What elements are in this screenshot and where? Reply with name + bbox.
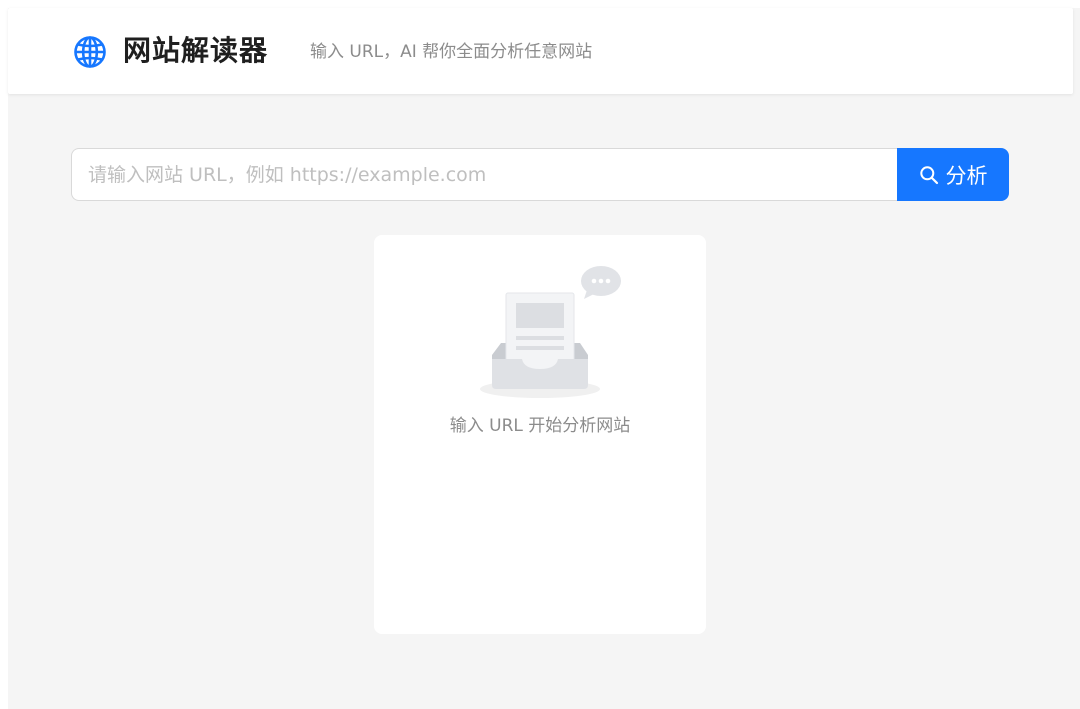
url-input[interactable] <box>71 148 899 201</box>
globe-icon <box>73 35 107 69</box>
empty-state-message: 输入 URL 开始分析网站 <box>449 416 631 436</box>
header-bar: 网站解读器 输入 URL，AI 帮你全面分析任意网站 <box>8 8 1073 94</box>
empty-state-card: 输入 URL 开始分析网站 <box>374 235 706 634</box>
app-container: 网站解读器 输入 URL，AI 帮你全面分析任意网站 分析 <box>8 8 1080 709</box>
app-title: 网站解读器 <box>123 34 269 67</box>
search-icon <box>919 165 939 185</box>
analyze-button-label: 分析 <box>945 163 988 188</box>
analyze-button[interactable]: 分析 <box>897 148 1009 201</box>
app-subtitle: 输入 URL，AI 帮你全面分析任意网站 <box>310 42 593 62</box>
empty-inbox-illustration <box>474 263 624 403</box>
